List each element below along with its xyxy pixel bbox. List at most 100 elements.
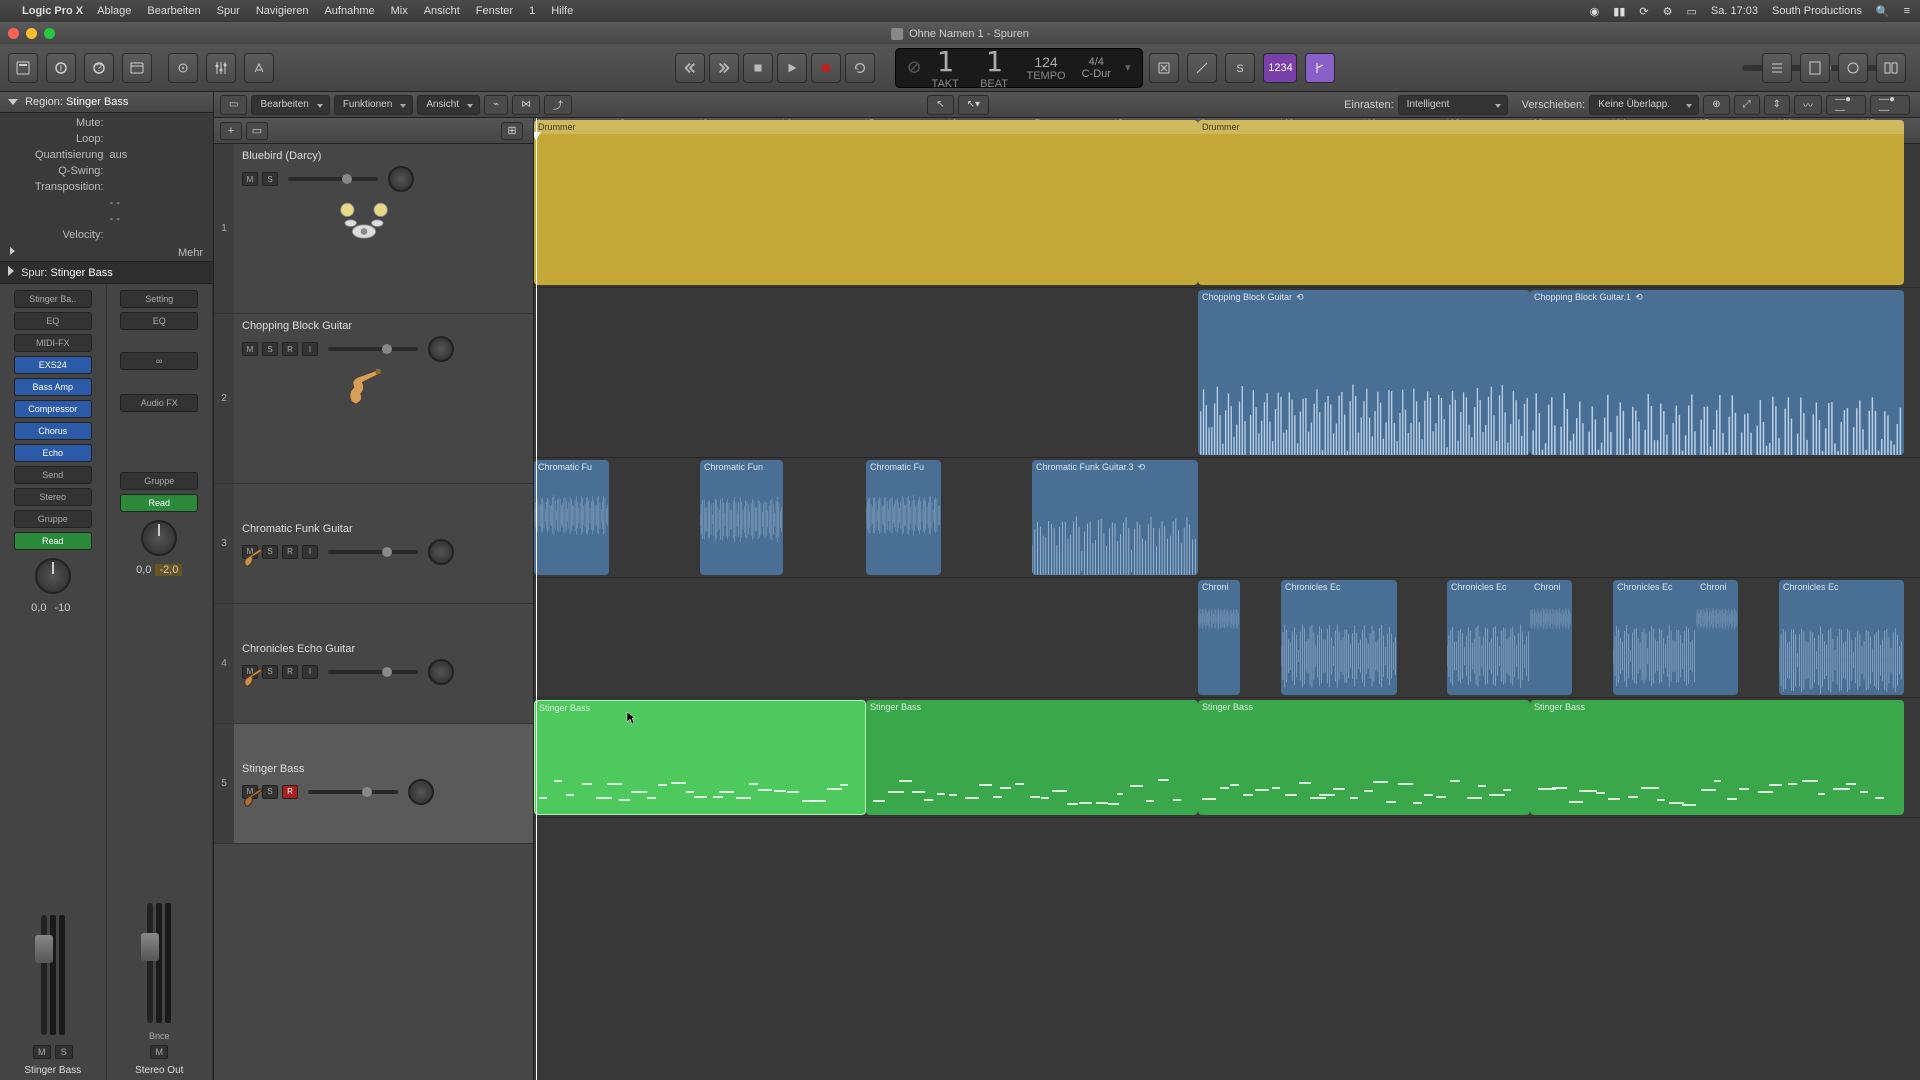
hzoom-slider[interactable]: —●—	[1870, 95, 1910, 115]
zoom-button[interactable]: ⊕	[1703, 95, 1729, 115]
snap-select[interactable]: Intelligent	[1398, 95, 1508, 115]
pan-knob[interactable]	[141, 520, 177, 556]
audiofx-slot[interactable]: Audio FX	[120, 394, 198, 412]
track-name[interactable]: Bluebird (Darcy)	[242, 150, 525, 162]
clock[interactable]: Sa. 17:03	[1711, 5, 1758, 17]
track-name[interactable]: Chopping Block Guitar	[242, 320, 525, 332]
menu-hilfe[interactable]: Hilfe	[551, 5, 573, 17]
region[interactable]: Chroni	[1696, 580, 1738, 695]
catch-button[interactable]: ⤴	[544, 95, 572, 115]
record-enable-button[interactable]: R	[282, 342, 298, 356]
inspector-row[interactable]: - -	[0, 211, 213, 227]
region[interactable]: Chromatic Fu	[534, 460, 609, 575]
track-header[interactable]: 1 Bluebird (Darcy) MS	[214, 144, 533, 314]
status-icon[interactable]: ◉	[1590, 5, 1600, 18]
mute-button[interactable]: M	[242, 172, 258, 186]
region[interactable]: Stinger Bass	[866, 700, 1198, 815]
lcd-display[interactable]: ⊘ 1TAKT 1BEAT 124TEMPO 4/4C-Dur ▾	[895, 48, 1144, 88]
automation-slot[interactable]: Read	[120, 494, 198, 512]
inspector-row[interactable]: Quantisierungaus	[0, 147, 213, 163]
mixer-button[interactable]	[206, 53, 236, 83]
record-enable-button[interactable]: R	[282, 665, 298, 679]
lcd-sig[interactable]: 4/4	[1089, 56, 1104, 68]
region[interactable]: Chromatic Fu	[866, 460, 941, 575]
volume-slider[interactable]	[308, 790, 398, 794]
solo-button[interactable]: S	[55, 1045, 73, 1059]
editors-button[interactable]	[244, 53, 274, 83]
track-header[interactable]: 4 Chronicles Echo Guitar MSRI	[214, 604, 533, 724]
menu-mix[interactable]: Mix	[391, 5, 408, 17]
inspector-row[interactable]: Velocity:	[0, 227, 213, 243]
track-icon[interactable]	[304, 364, 424, 414]
stereo-slot[interactable]: Stereo	[14, 488, 92, 506]
inspector-row[interactable]: Q-Swing:	[0, 163, 213, 179]
menu-aufnahme[interactable]: Aufnahme	[324, 5, 374, 17]
volume-fader[interactable]	[147, 903, 153, 1023]
maximize-button[interactable]	[44, 28, 55, 39]
duplicate-track-button[interactable]: ▭	[246, 122, 268, 140]
group-slot[interactable]: Gruppe	[14, 510, 92, 528]
playhead[interactable]	[536, 118, 537, 1080]
toolbar-toggle-button[interactable]	[122, 53, 152, 83]
group-slot[interactable]: Gruppe	[120, 472, 198, 490]
menu-spur[interactable]: Spur	[217, 5, 240, 17]
record-enable-button[interactable]: R	[282, 545, 298, 559]
track-lane[interactable]: Chopping Block Guitar⟲Chopping Block Gui…	[534, 288, 1920, 458]
bounce-label[interactable]: Bnce	[149, 1031, 170, 1041]
fx-slot[interactable]: Echo	[14, 444, 92, 462]
volume-slider[interactable]	[288, 177, 378, 181]
browsers-button[interactable]	[1876, 53, 1906, 83]
automation-slot[interactable]: Read	[14, 532, 92, 550]
input-monitor-button[interactable]: I	[302, 665, 318, 679]
pan-knob[interactable]	[35, 558, 71, 594]
battery-icon[interactable]: ▮▮	[1613, 5, 1625, 18]
zoom-button[interactable]: ⤢	[1734, 95, 1760, 115]
setting-slot[interactable]: Stinger Ba..	[14, 290, 92, 308]
flex-button[interactable]: ⋈	[512, 95, 540, 115]
eq-slot[interactable]: EQ	[120, 312, 198, 330]
view-menu[interactable]: Ansicht	[417, 95, 480, 115]
smart-controls-button[interactable]	[168, 53, 198, 83]
send-slot[interactable]: Send	[14, 466, 92, 484]
lcd-tempo[interactable]: 124	[1034, 54, 1057, 70]
disclosure-triangle-icon[interactable]	[8, 266, 14, 276]
drag-select[interactable]: Keine Überlapp.	[1589, 95, 1699, 115]
wifi-icon[interactable]: ⚙	[1663, 5, 1673, 18]
region[interactable]: Drummer	[1198, 120, 1904, 285]
track-icon[interactable]	[238, 774, 268, 824]
app-name[interactable]: Logic Pro X	[22, 5, 83, 17]
countoff-button[interactable]	[1305, 53, 1335, 83]
region[interactable]: Drummer	[534, 120, 1198, 285]
track-name[interactable]: Stinger Bass	[242, 763, 525, 775]
menu-icon[interactable]: ≡	[1904, 5, 1910, 17]
track-lane[interactable]: Stinger BassStinger BassStinger BassStin…	[534, 698, 1920, 818]
menu-ansicht[interactable]: Ansicht	[424, 5, 460, 17]
menu-1[interactable]: 1	[529, 5, 535, 17]
mute-button[interactable]: M	[242, 342, 258, 356]
inspector-row[interactable]: Transposition:	[0, 179, 213, 195]
vzoom-slider[interactable]: —●—	[1826, 95, 1866, 115]
forward-button[interactable]	[709, 53, 739, 83]
list-editors-button[interactable]	[1762, 53, 1792, 83]
zoom-button[interactable]: ⇕	[1764, 95, 1790, 115]
setting-slot[interactable]: Setting	[120, 290, 198, 308]
waveform-zoom[interactable]: 〰	[1794, 95, 1822, 115]
pan-knob[interactable]	[428, 336, 454, 362]
alt-tool[interactable]: ↖▾	[958, 95, 989, 115]
instrument-slot[interactable]: EXS24	[14, 356, 92, 374]
track-lane[interactable]: DrummerDrummer	[534, 118, 1920, 288]
play-button[interactable]	[777, 53, 807, 83]
pan-knob[interactable]	[428, 659, 454, 685]
loop-browser-button[interactable]	[1838, 53, 1868, 83]
track-name[interactable]: Chronicles Echo Guitar	[242, 643, 525, 655]
inspector-more[interactable]: Mehr	[0, 245, 213, 261]
minimize-button[interactable]	[26, 28, 37, 39]
close-button[interactable]	[8, 28, 19, 39]
solo-button[interactable]: S	[262, 342, 278, 356]
disclosure-triangle-icon[interactable]	[8, 99, 18, 105]
notepad-button[interactable]	[1800, 53, 1830, 83]
user-name[interactable]: South Productions	[1772, 5, 1862, 17]
fx-slot[interactable]: Compressor	[14, 400, 92, 418]
stop-button[interactable]	[743, 53, 773, 83]
track-icon[interactable]	[238, 654, 268, 704]
